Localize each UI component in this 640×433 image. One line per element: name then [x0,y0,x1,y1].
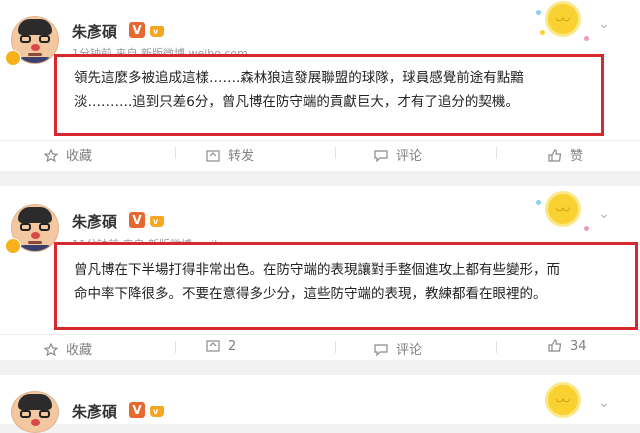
thumbs-up-icon [548,339,562,352]
username[interactable]: 朱彥碩 [72,21,117,42]
member-crown-icon: v [148,212,166,228]
confetti-icon [536,200,541,205]
repost-button[interactable]: 2 [206,339,236,354]
weibo-post-2: 朱彥碩 V v 11分钟前 来自 新版微博 weibo.com ⌄ ◡◡ 曾凡博… [0,186,640,360]
like-button[interactable]: 34 [548,339,587,354]
weibo-post-1: 朱彥碩 V v 1分钟前 来自 新版微博 weibo.com ⌄ ◡◡ 領先這麼… [0,0,640,171]
post-text-line: 淡……….追到只差6分，曾凡博在防守端的貢獻巨大，才有了追分的契機。 [74,94,519,110]
avatar-badge-icon [5,238,21,254]
verified-badge-icon: V [129,402,145,418]
weibo-post-3: 朱彥碩 V v ⌄ ◡◡ [0,375,640,433]
post-text-line: 曾凡博在下半場打得非常出色。在防守端的表現讓對手整個進攻上都有些變形，而 [74,262,560,278]
thumbs-up-icon [548,149,562,162]
repost-icon [206,150,220,162]
confetti-icon [536,10,541,15]
post-text-line: 領先這麼多被追成這樣…….森林狼這發展聯盟的球隊，球員感覺前途有點黯 [74,70,524,86]
post-text: 曾凡博在下半場打得非常出色。在防守端的表現讓對手整個進攻上都有些變形，而 命中率… [74,258,634,306]
chevron-down-icon[interactable]: ⌄ [598,395,610,411]
star-icon [44,343,58,356]
comment-button[interactable]: 评论 [374,339,422,358]
comment-icon [374,344,388,356]
chevron-down-icon[interactable]: ⌄ [598,16,610,32]
repost-icon [206,340,220,352]
repost-button[interactable]: 转发 [206,145,254,164]
sun-sticker-icon: ◡◡ [548,385,578,415]
verified-badge-icon: V [129,212,145,228]
post-text-line: 命中率下降很多。不要在意得多少分，這些防守端的表現，教練都看在眼裡的。 [74,286,547,302]
sun-sticker-icon: ◡◡ [548,194,578,224]
like-button[interactable]: 赞 [548,145,583,164]
sun-sticker-icon: ◡◡ [548,4,578,34]
user-avatar[interactable] [11,391,59,433]
confetti-icon [584,36,589,41]
username[interactable]: 朱彥碩 [72,211,117,232]
member-crown-icon: v [148,22,166,38]
verified-badge-icon: V [129,22,145,38]
avatar-badge-icon [5,50,21,66]
username[interactable]: 朱彥碩 [72,401,117,422]
confetti-icon [584,226,589,231]
action-bar: 收藏 2 评论 34 [0,334,640,359]
favorite-button[interactable]: 收藏 [44,145,92,164]
favorite-button[interactable]: 收藏 [44,339,92,358]
star-icon [44,149,58,162]
comment-button[interactable]: 评论 [374,145,422,164]
chevron-down-icon[interactable]: ⌄ [598,206,610,222]
post-text: 領先這麼多被追成這樣…….森林狼這發展聯盟的球隊，球員感覺前途有點黯 淡……….… [74,66,602,114]
confetti-icon [540,30,545,35]
member-crown-icon: v [148,402,166,418]
action-bar: 收藏 转发 评论 赞 [0,140,640,165]
comment-icon [374,150,388,162]
